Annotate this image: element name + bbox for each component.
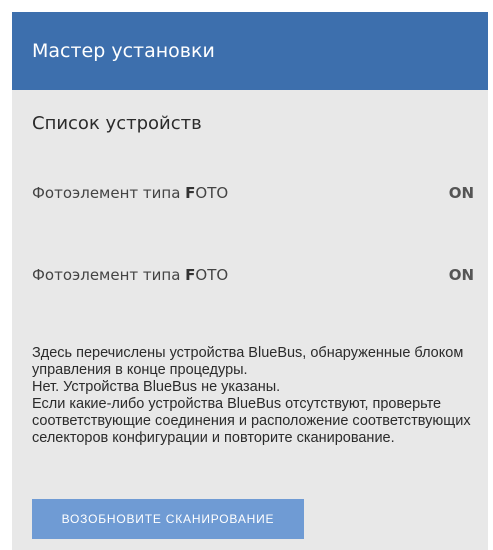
device-status: ON (448, 266, 474, 284)
rescan-button[interactable]: ВОЗОБНОВИТЕ СКАНИРОВАНИЕ (32, 499, 304, 539)
device-name-suffix: OTO (195, 266, 229, 284)
info-line: Если какие-либо устройства BlueBus отсут… (32, 396, 471, 446)
device-list-title: Список устройств (32, 113, 202, 134)
device-name: Фотоэлемент типа FOTO (32, 184, 228, 202)
wizard-header: Мастер установки (12, 12, 488, 90)
device-name: Фотоэлемент типа FOTO (32, 266, 228, 284)
device-status: ON (448, 184, 474, 202)
device-name-bold: F (185, 184, 196, 202)
wizard-title: Мастер установки (32, 40, 215, 62)
device-name-bold: F (185, 266, 196, 284)
device-name-suffix: OTO (195, 184, 229, 202)
device-row: Фотоэлемент типа FOTO ON (32, 266, 474, 284)
setup-wizard-panel: Мастер установки Список устройств Фотоэл… (12, 12, 488, 550)
info-line: Здесь перечислены устройства BlueBus, об… (32, 345, 464, 378)
device-row: Фотоэлемент типа FOTO ON (32, 184, 474, 202)
info-text: Здесь перечислены устройства BlueBus, об… (32, 345, 474, 447)
device-name-prefix: Фотоэлемент типа (32, 184, 186, 202)
device-name-prefix: Фотоэлемент типа (32, 266, 186, 284)
info-line: Нет. Устройства BlueBus не указаны. (32, 379, 281, 395)
